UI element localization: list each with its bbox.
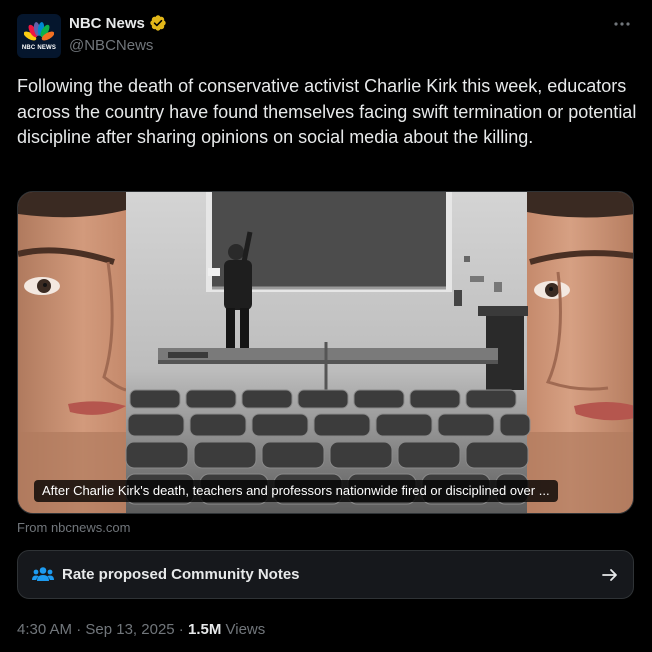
verified-badge-icon[interactable]: [149, 14, 167, 32]
tweet: NBC NEWS NBC News @NBCNews Following the…: [0, 0, 652, 652]
link-card-image[interactable]: After Charlie Kirk's death, teachers and…: [17, 191, 634, 514]
meta-separator: ·: [174, 621, 188, 638]
views-label: Views: [221, 621, 266, 638]
link-card-caption: After Charlie Kirk's death, teachers and…: [34, 480, 558, 502]
display-name[interactable]: NBC News: [69, 15, 145, 32]
views-count[interactable]: 1.5M: [188, 621, 221, 638]
arrow-right-icon: [602, 568, 617, 581]
more-options-button[interactable]: [610, 14, 634, 34]
name-row: NBC News: [69, 14, 167, 32]
peacock-logo-icon: [24, 21, 54, 40]
tweet-meta: 4:30 AM · Sep 13, 2025 · 1.5M Views: [17, 621, 265, 638]
avatar[interactable]: NBC NEWS: [17, 14, 61, 58]
article-photo: [18, 192, 633, 513]
people-icon: [32, 566, 54, 581]
meta-separator: ·: [72, 621, 86, 638]
tweet-text: Following the death of conservative acti…: [17, 76, 637, 147]
tweet-time[interactable]: 4:30 AM: [17, 621, 72, 638]
avatar-logo-text: NBC NEWS: [21, 44, 57, 51]
community-notes-label: Rate proposed Community Notes: [62, 566, 300, 583]
link-source[interactable]: From nbcnews.com: [17, 520, 130, 535]
tweet-date[interactable]: Sep 13, 2025: [85, 621, 174, 638]
more-horizontal-icon: [614, 22, 630, 26]
handle[interactable]: @NBCNews: [69, 37, 153, 54]
rate-community-notes-button[interactable]: Rate proposed Community Notes: [17, 550, 634, 599]
